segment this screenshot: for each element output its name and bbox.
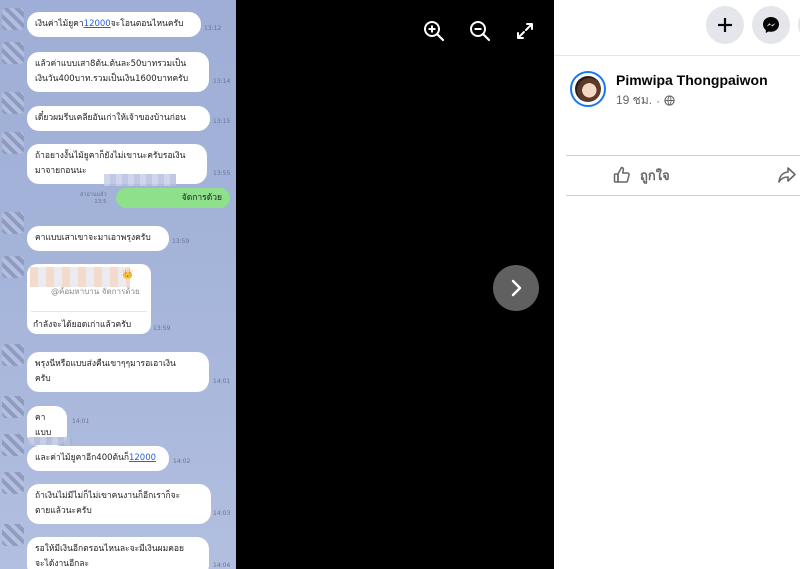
blurred-avatar <box>2 92 24 114</box>
message-text: แล้วค่าแบบเสา8ต้น.ต้นละ50บาทรวมเป็น <box>35 59 187 69</box>
post-author-name[interactable]: Pimwipa Thongpaiwon <box>616 72 768 88</box>
messenger-button[interactable] <box>752 6 790 44</box>
message-time: 14:02 <box>173 458 191 465</box>
message-text: รอให้มีเงินอีกตรอนไหนละจะมีเงินผมคอย <box>35 544 184 554</box>
quoted-text: @ค้อมหาบาน จัดการด้วย <box>51 287 140 296</box>
message-text: พรุงนีหรือแบบส่งคืนเขาๆๆมารอเอาเงิน <box>35 359 176 369</box>
blurred-name <box>28 437 72 445</box>
top-bar <box>554 0 800 56</box>
divider <box>566 195 800 196</box>
message-time: 14:01 <box>213 378 231 385</box>
blurred-text <box>104 174 176 186</box>
avatar[interactable] <box>570 71 606 107</box>
crown-emoji: 👑 <box>122 270 134 280</box>
blurred-avatar <box>2 256 24 278</box>
message-text: ถ้าเงินไม่มีไม่ก็ไม่เขาคนงานก็อีกเราก็จะ <box>35 491 181 501</box>
blurred-quote-header <box>30 267 130 287</box>
blurred-avatar <box>2 472 24 494</box>
meta-separator: · <box>656 93 661 108</box>
chat-message: และค่าไม้ยูคาอีก400ต้นก็12000 <box>27 446 169 471</box>
like-label: ถูกใจ <box>640 168 670 184</box>
message-text: ครับ <box>35 374 51 384</box>
quote-divider <box>31 311 147 312</box>
next-photo-button[interactable] <box>493 265 539 311</box>
message-link: 12000 <box>128 453 157 463</box>
share-button[interactable] <box>776 164 800 186</box>
chat-message: พรุงนีหรือแบบส่งคืนเขาๆๆมารอเอาเงิน ครับ <box>27 352 209 392</box>
like-button[interactable]: ถูกใจ <box>612 160 670 190</box>
message-text: จะโอนตอนไหนครับ <box>110 19 184 29</box>
divider <box>566 155 800 156</box>
zoom-in-icon[interactable] <box>417 14 451 48</box>
chat-message: คาแบบเสาเขาจะมาเอาพรุงครับ <box>27 226 169 251</box>
blurred-avatar <box>2 8 24 30</box>
message-time: 13:55 <box>213 170 231 177</box>
post-side-panel: Pimwipa Thongpaiwon 19 ชม. · ถูกใจ <box>554 0 800 569</box>
chat-screenshot-image: เงินค่าไม้ยูคา12000จะโอนตอนไหนครับ 13:12… <box>0 0 236 569</box>
message-time: 14:03 <box>213 510 231 517</box>
globe-icon <box>664 95 675 106</box>
create-button[interactable] <box>706 6 744 44</box>
blurred-avatar <box>2 42 24 64</box>
blurred-avatar <box>2 212 24 234</box>
message-time: 14:01 <box>72 418 90 425</box>
blurred-avatar <box>2 132 24 154</box>
post-meta: 19 ชม. · <box>616 91 675 110</box>
message-text: และค่าไม้ยูคาอีก400ต้นก็ <box>35 453 129 463</box>
chat-message: เดี๋ยวผมรีบเคลียอันเก่าให้เจ้าของบ้านก่อ… <box>27 106 210 131</box>
blurred-avatar <box>2 344 24 366</box>
message-time: 13:14 <box>213 78 231 85</box>
message-text: เงินค่าไม้ยูคา <box>35 19 84 29</box>
reply-text: กำลังจะได้ยอดเก่าแล้วครับ <box>33 320 132 330</box>
read-receipt: สาอ่านแล้ว 13:5 <box>80 192 107 206</box>
plus-icon <box>718 18 732 32</box>
read-label: สาอ่านแล้ว <box>80 192 107 198</box>
photo-viewer: เงินค่าไม้ยูคา12000จะโอนตอนไหนครับ 13:12… <box>0 0 554 569</box>
message-text: ถ้าอยางงั้นไม้ยูคาก็ยังไม่เขานะครับรอเงิ… <box>35 151 186 161</box>
message-text: เงินวัน400บาท.รวมเป็นเงิน1600บาทครับ <box>35 74 189 84</box>
zoom-out-icon[interactable] <box>463 14 497 48</box>
chevron-right-icon <box>511 279 522 297</box>
message-link: 12000 <box>83 19 111 29</box>
message-time: 14:04 <box>213 562 231 569</box>
thumbs-up-icon <box>613 166 630 183</box>
message-text: คาแบบเสาเขาจะมาเอาพรุงครับ <box>35 233 151 243</box>
chat-message: รอให้มีเงินอีกตรอนไหนละจะมีเงินผมคอย จะไ… <box>27 537 209 569</box>
chat-message: แล้วค่าแบบเสา8ต้น.ต้นละ50บาทรวมเป็น เงิน… <box>27 52 209 92</box>
message-time: 13:12 <box>204 25 222 32</box>
post-time[interactable]: 19 ชม. <box>616 91 652 110</box>
profile-photo <box>575 76 601 102</box>
message-time: 13:15 <box>213 118 231 125</box>
message-time: 13:59 <box>172 238 190 245</box>
chat-message: ถ้าเงินไม่มีไม่ก็ไม่เขาคนงานก็อีกเราก็จะ… <box>27 484 211 524</box>
blurred-avatar <box>2 524 24 546</box>
quoted-reply-message: 👑 @ค้อมหาบาน จัดการด้วย กำลังจะได้ยอดเก่… <box>27 264 151 334</box>
message-time: 13:59 <box>153 325 171 332</box>
my-chat-message: จัดการด้วย <box>116 188 230 208</box>
message-text: เดี๋ยวผมรีบเคลียอันเก่าให้เจ้าของบ้านก่อ… <box>35 113 186 123</box>
blurred-avatar <box>2 396 24 418</box>
message-text: คาแบบ <box>35 413 52 438</box>
message-time: 13:5 <box>94 199 107 205</box>
share-icon <box>778 167 796 183</box>
fullscreen-icon[interactable] <box>508 14 542 48</box>
messenger-icon <box>763 17 779 33</box>
blurred-avatar <box>2 434 24 456</box>
message-text: ตายแล้วนะครับ <box>35 506 92 516</box>
message-text: จะได้งานอีกละ <box>35 559 90 569</box>
chat-message: เงินค่าไม้ยูคา12000จะโอนตอนไหนครับ <box>27 12 201 37</box>
